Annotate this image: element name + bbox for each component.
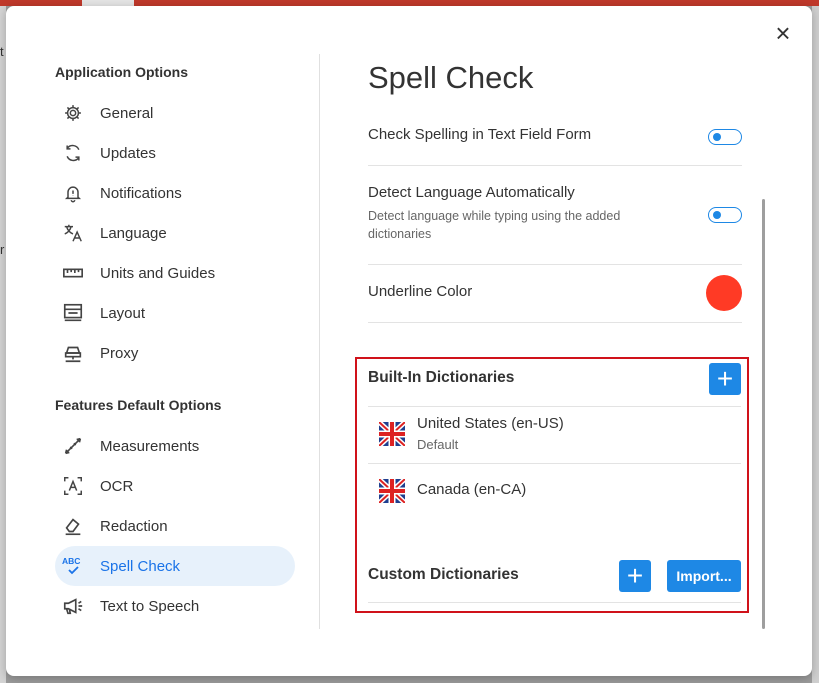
sidebar-item-label: Measurements — [100, 437, 200, 455]
application-options-title: Application Options — [55, 64, 188, 80]
svg-text:ABC: ABC — [62, 556, 80, 566]
add-built-in-dictionary-button[interactable]: + — [709, 363, 741, 395]
dictionary-row-en-ca[interactable]: Canada (en-CA) — [368, 463, 741, 520]
sidebar-item-layout[interactable]: Layout — [55, 293, 295, 333]
sidebar-item-label: Layout — [100, 304, 146, 322]
bell-icon — [61, 181, 85, 205]
add-custom-dictionary-button[interactable]: + — [619, 560, 651, 592]
import-dictionary-button[interactable]: Import... — [667, 560, 741, 592]
sidebar-item-label: Proxy — [100, 344, 139, 362]
layout-icon — [61, 301, 85, 325]
sidebar-item-label: Text to Speech — [100, 597, 200, 615]
setting-label: Underline Color — [368, 283, 473, 300]
settings-sidebar: Application Options General Updates Noti… — [55, 62, 305, 626]
close-button[interactable]: × — [770, 20, 796, 46]
proxy-icon — [61, 341, 85, 365]
setting-check-spelling: Check Spelling in Text Field Form — [368, 126, 742, 166]
sidebar-item-units-and-guides[interactable]: Units and Guides — [55, 253, 295, 293]
sidebar-item-notifications[interactable]: Notifications — [55, 173, 295, 213]
ocr-icon — [61, 474, 85, 498]
sidebar-item-spell-check[interactable]: ABC Spell Check — [55, 546, 295, 586]
plus-icon: + — [626, 560, 644, 591]
translate-icon — [61, 221, 85, 245]
setting-label: Check Spelling in Text Field Form — [368, 126, 592, 143]
sidebar-item-label: Notifications — [100, 184, 182, 202]
background-right-panel — [812, 6, 819, 683]
page-title: Spell Check — [368, 60, 534, 95]
sidebar-item-label: General — [100, 104, 154, 122]
sidebar-item-label: Language — [100, 224, 167, 242]
refresh-icon — [61, 141, 85, 165]
sidebar-item-proxy[interactable]: Proxy — [55, 333, 295, 373]
sidebar-item-updates[interactable]: Updates — [55, 133, 295, 173]
setting-description-line: dictionaries — [368, 227, 432, 241]
megaphone-icon — [61, 594, 85, 618]
check-spelling-toggle[interactable] — [708, 129, 742, 145]
sidebar-item-general[interactable]: General — [55, 93, 295, 133]
plus-icon: + — [716, 363, 734, 394]
setting-detect-language: Detect Language Automatically Detect lan… — [368, 184, 742, 265]
measure-icon — [61, 434, 85, 458]
dictionary-default-label: Default — [417, 437, 459, 452]
sidebar-item-ocr[interactable]: OCR — [55, 466, 295, 506]
sidebar-item-label: Redaction — [100, 517, 168, 535]
eraser-icon — [61, 514, 85, 538]
custom-dictionaries-title: Custom Dictionaries — [368, 566, 519, 583]
setting-label: Detect Language Automatically — [368, 184, 575, 201]
toggle-knob — [713, 133, 721, 141]
sidebar-item-language[interactable]: Language — [55, 213, 295, 253]
sidebar-item-label: OCR — [100, 477, 134, 495]
built-in-dictionaries-title: Built-In Dictionaries — [368, 369, 515, 386]
underline-color-swatch[interactable] — [706, 275, 742, 311]
background-text-fragment: t — [0, 44, 4, 59]
detect-language-toggle[interactable] — [708, 207, 742, 223]
toggle-knob — [713, 211, 721, 219]
uk-flag-icon — [379, 479, 405, 503]
setting-description-line: Detect language while typing using the a… — [368, 209, 621, 223]
sidebar-item-text-to-speech[interactable]: Text to Speech — [55, 586, 295, 626]
dictionary-name: Canada (en-CA) — [417, 481, 527, 498]
setting-description: Detect language while typing using the a… — [368, 207, 742, 243]
close-icon[interactable]: × — [775, 20, 790, 46]
background-text-fragment: r — [0, 242, 5, 257]
setting-underline-color: Underline Color — [368, 264, 742, 323]
gear-icon — [61, 101, 85, 125]
ruler-icon — [61, 261, 85, 285]
settings-modal: × Application Options General Updates No… — [6, 6, 812, 676]
content-scrollbar[interactable] — [762, 199, 765, 629]
section-divider — [368, 602, 741, 603]
sidebar-item-measurements[interactable]: Measurements — [55, 426, 295, 466]
features-default-options-title: Features Default Options — [55, 397, 222, 413]
uk-flag-icon — [379, 422, 405, 446]
sidebar-item-label: Spell Check — [100, 557, 181, 575]
sidebar-divider — [319, 54, 320, 629]
dictionary-row-en-us[interactable]: United States (en-US) Default — [368, 406, 741, 463]
sidebar-item-label: Updates — [100, 144, 156, 162]
spellcheck-icon: ABC — [61, 554, 85, 578]
dictionary-name: United States (en-US) — [417, 415, 564, 432]
sidebar-item-label: Units and Guides — [100, 264, 216, 282]
sidebar-item-redaction[interactable]: Redaction — [55, 506, 295, 546]
